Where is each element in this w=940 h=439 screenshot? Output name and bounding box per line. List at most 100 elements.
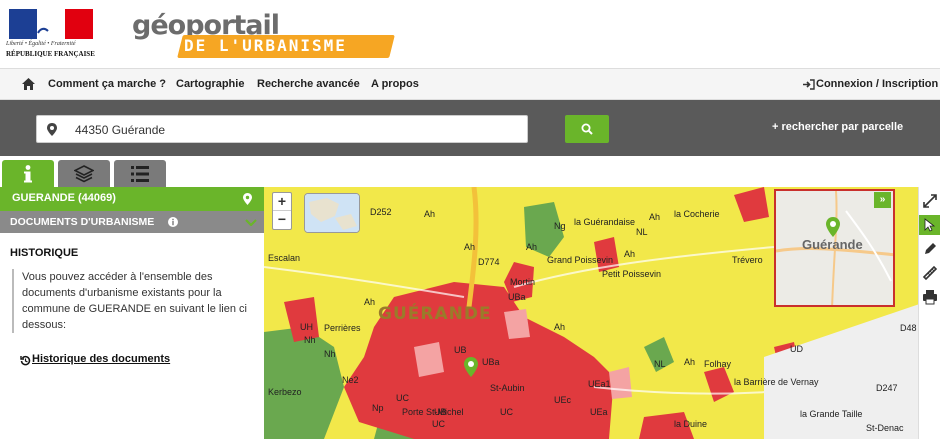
history-description: Vous pouvez accéder à l'ensemble des doc… [12, 269, 256, 333]
list-icon [131, 166, 149, 182]
nav-comment-ca-marche[interactable]: Comment ça marche ? [48, 78, 166, 90]
address-search-input[interactable] [75, 120, 515, 139]
zone-label: Ah [624, 249, 636, 259]
site-header: Liberté • Égalité • Fraternité RÉPUBLIQU… [0, 0, 940, 68]
place-label: St-Denac [866, 423, 904, 433]
main-navbar: Comment ça marche ? Cartographie Recherc… [0, 68, 940, 100]
search-band: + rechercher par parcelle [0, 100, 940, 156]
road-label: D247 [876, 383, 898, 393]
road-label: D774 [478, 257, 500, 267]
home-icon[interactable] [22, 78, 35, 90]
chevron-down-icon[interactable] [245, 219, 257, 226]
search-button[interactable] [565, 115, 609, 143]
zone-label: Ng [554, 221, 566, 231]
place-label: Folhay [704, 359, 732, 369]
nav-recherche-avancee[interactable]: Recherche avancée [257, 78, 360, 90]
republic-name: RÉPUBLIQUE FRANÇAISE [6, 50, 95, 58]
zone-label: Ah [649, 212, 661, 222]
zone-label: UBa [508, 292, 526, 302]
place-label: Mortin [510, 277, 536, 287]
cursor-icon [924, 218, 936, 232]
history-title: HISTORIQUE [10, 247, 79, 259]
zone-label: Ah [364, 297, 376, 307]
place-label: la Grande Taille [800, 409, 863, 419]
zone-label: UBa [482, 357, 500, 367]
zone-label: Ah [424, 209, 436, 219]
tab-layers[interactable] [58, 160, 110, 187]
place-label: Petit Poissevin [602, 269, 662, 279]
map-view[interactable]: + − GUÉRANDE Ah Ah Ah Ah Ah Ah Ah Ah Ng … [264, 187, 940, 439]
zoom-in-button[interactable]: + [273, 193, 291, 211]
zone-label: UC [432, 419, 445, 429]
location-pin-icon [464, 357, 478, 377]
locate-marker-icon[interactable] [243, 193, 252, 205]
layers-icon [74, 165, 94, 183]
zone-label: Np [372, 403, 384, 413]
zone-label: Nh [324, 349, 336, 359]
geoportail-logo[interactable]: géoportail DE L'URBANISME [132, 10, 395, 62]
zone-label: Ne2 [342, 375, 359, 385]
history-icon [20, 355, 31, 366]
place-label: Porte St-Michel [402, 407, 464, 417]
commune-header[interactable]: GUERANDE (44069) [0, 187, 264, 211]
select-tool-active[interactable] [919, 215, 940, 235]
zone-label: UD [790, 344, 803, 354]
republique-francaise-logo[interactable]: Liberté • Égalité • Fraternité RÉPUBLIQU… [6, 9, 96, 63]
place-label: Escalan [268, 253, 301, 263]
nav-cartographie[interactable]: Cartographie [176, 78, 244, 90]
motto-text: Liberté • Égalité • Fraternité [6, 41, 76, 47]
place-label: Trévero [732, 255, 763, 265]
zone-label: NL [654, 359, 666, 369]
pencil-icon[interactable] [922, 241, 938, 257]
zone-label: Nh [304, 335, 316, 345]
zone-label: UC [500, 407, 513, 417]
info-circle-icon[interactable] [168, 217, 178, 227]
marianne-icon [37, 14, 64, 37]
fullscreen-icon[interactable] [922, 193, 938, 209]
info-panel: GUERANDE (44069) DOCUMENTS D'URBANISME H… [0, 187, 264, 439]
logo-subtitle: DE L'URBANISME [184, 36, 347, 55]
place-label: la Cocherie [674, 209, 720, 219]
road-label: D48 [900, 323, 917, 333]
info-icon [24, 165, 32, 183]
town-label: GUÉRANDE [378, 304, 492, 324]
road-label: D252 [370, 207, 392, 217]
place-label: la Guérandaise [574, 217, 636, 227]
zoom-out-button[interactable]: − [273, 211, 291, 229]
place-label: Perrières [324, 323, 361, 333]
overview-toggle-button[interactable]: » [874, 192, 891, 208]
tab-list[interactable] [114, 160, 166, 187]
documents-section-header[interactable]: DOCUMENTS D'URBANISME [0, 211, 264, 233]
commune-name: GUERANDE (44069) [12, 192, 116, 204]
search-icon [581, 123, 593, 135]
zone-label: UC [396, 393, 409, 403]
tab-info[interactable] [2, 160, 54, 187]
ruler-icon[interactable] [922, 265, 938, 281]
documents-section-title: DOCUMENTS D'URBANISME [10, 216, 155, 228]
parcel-search-link[interactable]: + rechercher par parcelle [772, 121, 903, 133]
basemap-preview-icon [305, 194, 359, 232]
place-label: la Barrière de Vernay [734, 377, 819, 387]
zone-label: UB [454, 345, 467, 355]
zone-label: Ah [526, 242, 538, 252]
history-documents-link[interactable]: Historique des documents [32, 353, 170, 365]
zone-label: UEa [590, 407, 608, 417]
zone-label: Ah [684, 357, 696, 367]
place-label: Kerbezo [268, 387, 302, 397]
zone-label: UEc [554, 395, 572, 405]
place-label: Grand Poissevin [547, 255, 614, 265]
map-toolbar [918, 187, 940, 439]
nav-a-propos[interactable]: A propos [371, 78, 419, 90]
zone-label: UH [300, 322, 313, 332]
overview-town-label: Guérande [802, 237, 863, 252]
map-marker-icon [47, 123, 57, 136]
zone-label: NL [636, 227, 648, 237]
print-icon[interactable] [922, 289, 938, 305]
zone-label: Ah [554, 322, 566, 332]
address-search-box [36, 115, 528, 143]
login-link[interactable]: Connexion / Inscription [816, 78, 938, 90]
panel-tabs [0, 156, 264, 187]
place-label: la Duine [674, 419, 708, 429]
basemap-thumbnail[interactable] [304, 193, 360, 233]
zone-label: UEa1 [588, 379, 611, 389]
